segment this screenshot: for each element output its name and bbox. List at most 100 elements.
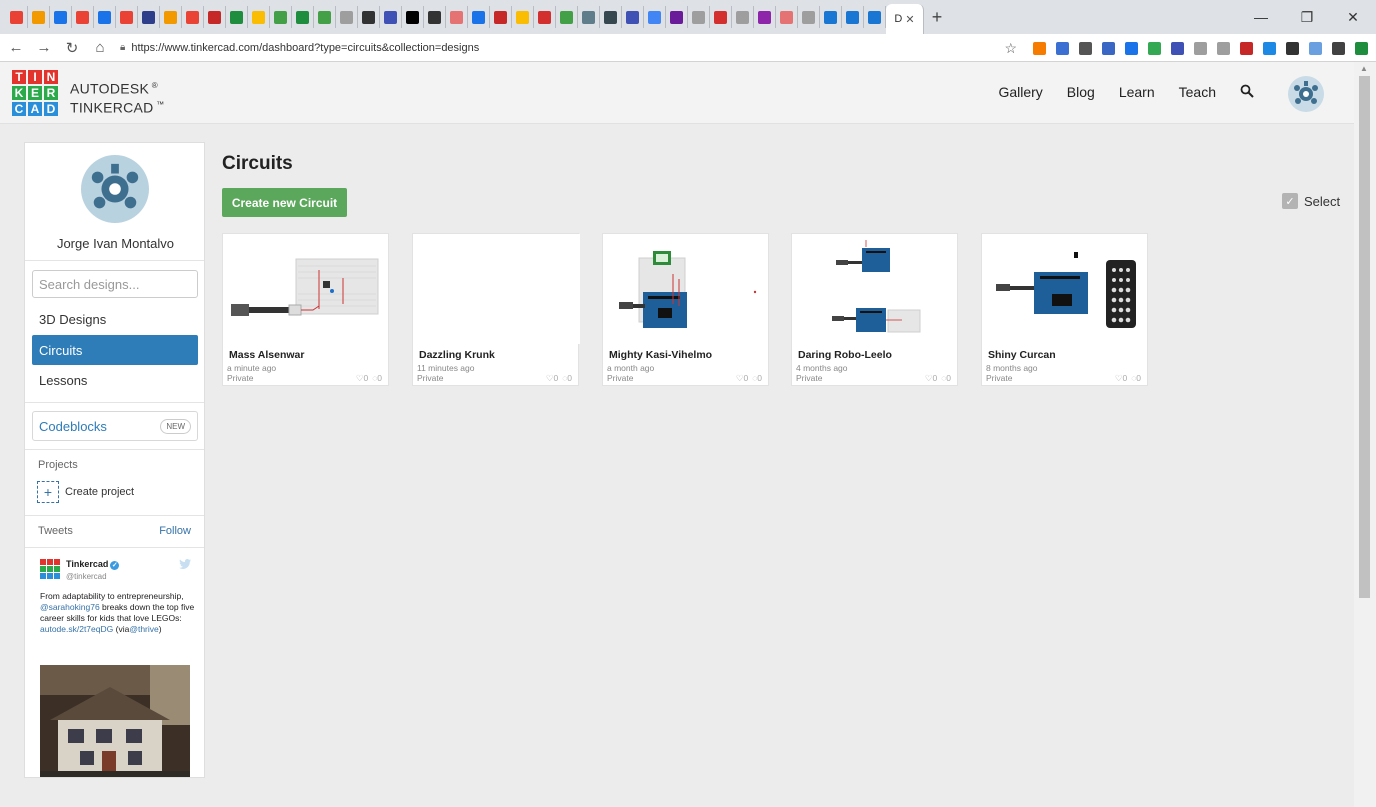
close-window-icon[interactable]: ✕	[1330, 0, 1376, 34]
user-avatar[interactable]	[1288, 76, 1324, 112]
nav-gallery[interactable]: Gallery	[998, 84, 1042, 102]
browser-tab[interactable]	[336, 6, 358, 28]
browser-tab[interactable]	[754, 6, 776, 28]
browser-tab[interactable]	[28, 6, 50, 28]
browser-tab[interactable]	[512, 6, 534, 28]
tinkercad-tweet-avatar[interactable]	[40, 559, 60, 579]
tweet-via-mention[interactable]: @thrive	[129, 624, 158, 634]
bookmark-star-icon[interactable]: ☆	[1004, 40, 1017, 57]
extension-icon[interactable]	[1125, 41, 1138, 55]
browser-tab[interactable]	[160, 6, 182, 28]
back-icon[interactable]: ←	[4, 36, 28, 60]
extension-icon[interactable]	[1286, 41, 1299, 55]
browser-tab[interactable]	[666, 6, 688, 28]
select-toggle[interactable]: ✓ Select	[1282, 193, 1340, 209]
minimize-icon[interactable]: —	[1238, 0, 1284, 34]
design-thumbnail[interactable]	[413, 234, 580, 344]
browser-tab[interactable]	[622, 6, 644, 28]
browser-tab[interactable]	[248, 6, 270, 28]
extension-icon[interactable]	[1240, 41, 1253, 55]
extension-icon[interactable]	[1355, 41, 1368, 55]
extension-icon[interactable]	[1148, 41, 1161, 55]
nav-teach[interactable]: Teach	[1179, 84, 1216, 102]
browser-tab[interactable]	[710, 6, 732, 28]
browser-tab[interactable]	[842, 6, 864, 28]
extension-icon[interactable]	[1079, 41, 1092, 55]
extension-icon[interactable]	[1056, 41, 1069, 55]
tweet-mention[interactable]: @sarahoking76	[40, 602, 100, 612]
browser-tab[interactable]	[864, 6, 886, 28]
browser-tab[interactable]	[116, 6, 138, 28]
extension-icon[interactable]	[1309, 41, 1322, 55]
twitter-bird-icon[interactable]	[179, 559, 191, 572]
browser-tab[interactable]	[600, 6, 622, 28]
design-thumbnail[interactable]	[603, 234, 770, 344]
maximize-icon[interactable]: ❐	[1284, 0, 1330, 34]
extension-icon[interactable]	[1217, 41, 1230, 55]
tweet-handle[interactable]: @tinkercad	[66, 572, 119, 581]
browser-tab[interactable]	[182, 6, 204, 28]
browser-tab[interactable]	[270, 6, 292, 28]
design-card[interactable]: Mighty Kasi-Vihelmo a month ago Private …	[602, 233, 769, 386]
nav-learn[interactable]: Learn	[1119, 84, 1155, 102]
tinkercad-logo[interactable]: TIN KER CAD	[12, 70, 58, 116]
design-card[interactable]: Mass Alsenwar a minute ago Private ♡0 ◌0	[222, 233, 389, 386]
extension-icon[interactable]	[1171, 41, 1184, 55]
browser-tab[interactable]	[798, 6, 820, 28]
browser-tab[interactable]	[490, 6, 512, 28]
browser-tab[interactable]	[402, 6, 424, 28]
extension-icon[interactable]	[1102, 41, 1115, 55]
design-title[interactable]: Dazzling Krunk	[419, 349, 495, 361]
design-title[interactable]: Mighty Kasi-Vihelmo	[609, 349, 712, 361]
browser-tab[interactable]	[204, 6, 226, 28]
tweet-link[interactable]: autode.sk/2t7eqDG	[40, 624, 113, 634]
extension-icon[interactable]	[1194, 41, 1207, 55]
browser-tab[interactable]	[226, 6, 248, 28]
design-thumbnail[interactable]	[982, 234, 1149, 344]
active-tab[interactable]: D ✕	[886, 4, 924, 34]
search-designs-input[interactable]	[32, 270, 198, 298]
scroll-up-icon[interactable]: ▲	[1360, 64, 1368, 73]
page-scrollbar[interactable]: ▲	[1354, 62, 1376, 807]
home-icon[interactable]: ⌂	[88, 36, 112, 60]
browser-tab[interactable]	[820, 6, 842, 28]
browser-tab[interactable]	[732, 6, 754, 28]
design-thumbnail[interactable]	[223, 234, 390, 344]
browser-tab[interactable]	[292, 6, 314, 28]
close-tab-icon[interactable]: ✕	[905, 13, 914, 26]
sidebar-item-circuits[interactable]: Circuits	[32, 335, 198, 365]
design-thumbnail[interactable]	[792, 234, 959, 344]
sidebar-item-lessons[interactable]: Lessons	[32, 365, 198, 395]
nav-blog[interactable]: Blog	[1067, 84, 1095, 102]
browser-tab[interactable]	[424, 6, 446, 28]
create-project-button[interactable]: + Create project	[37, 481, 134, 503]
browser-tab[interactable]	[50, 6, 72, 28]
forward-icon[interactable]: →	[32, 36, 56, 60]
profile-avatar[interactable]	[81, 155, 149, 223]
browser-tab[interactable]	[6, 6, 28, 28]
design-card[interactable]: Daring Robo-Leelo 4 months ago Private ♡…	[791, 233, 958, 386]
design-card[interactable]: Shiny Curcan 8 months ago Private ♡0 ◌0	[981, 233, 1148, 386]
browser-tab[interactable]	[138, 6, 160, 28]
design-title[interactable]: Daring Robo-Leelo	[798, 349, 892, 361]
design-card[interactable]: Dazzling Krunk 11 minutes ago Private ♡0…	[412, 233, 580, 386]
search-icon[interactable]	[1240, 84, 1254, 102]
browser-tab[interactable]	[94, 6, 116, 28]
browser-tab[interactable]	[776, 6, 798, 28]
extension-icon[interactable]	[1033, 41, 1046, 55]
browser-tab[interactable]	[358, 6, 380, 28]
create-new-circuit-button[interactable]: Create new Circuit	[222, 188, 347, 217]
extension-icon[interactable]	[1332, 41, 1345, 55]
browser-tab[interactable]	[644, 6, 666, 28]
browser-tab[interactable]	[688, 6, 710, 28]
browser-tab[interactable]	[380, 6, 402, 28]
browser-tab[interactable]	[446, 6, 468, 28]
tweet-image[interactable]	[40, 665, 190, 777]
url-field[interactable]: 🔒︎ https://www.tinkercad.com/dashboard?t…	[120, 37, 960, 59]
extension-icon[interactable]	[1263, 41, 1276, 55]
tweet-author[interactable]: Tinkercad ✓	[66, 559, 120, 570]
checkbox-icon[interactable]: ✓	[1282, 193, 1298, 209]
browser-tab[interactable]	[468, 6, 490, 28]
reload-icon[interactable]: ↻	[60, 36, 84, 60]
browser-tab[interactable]	[534, 6, 556, 28]
